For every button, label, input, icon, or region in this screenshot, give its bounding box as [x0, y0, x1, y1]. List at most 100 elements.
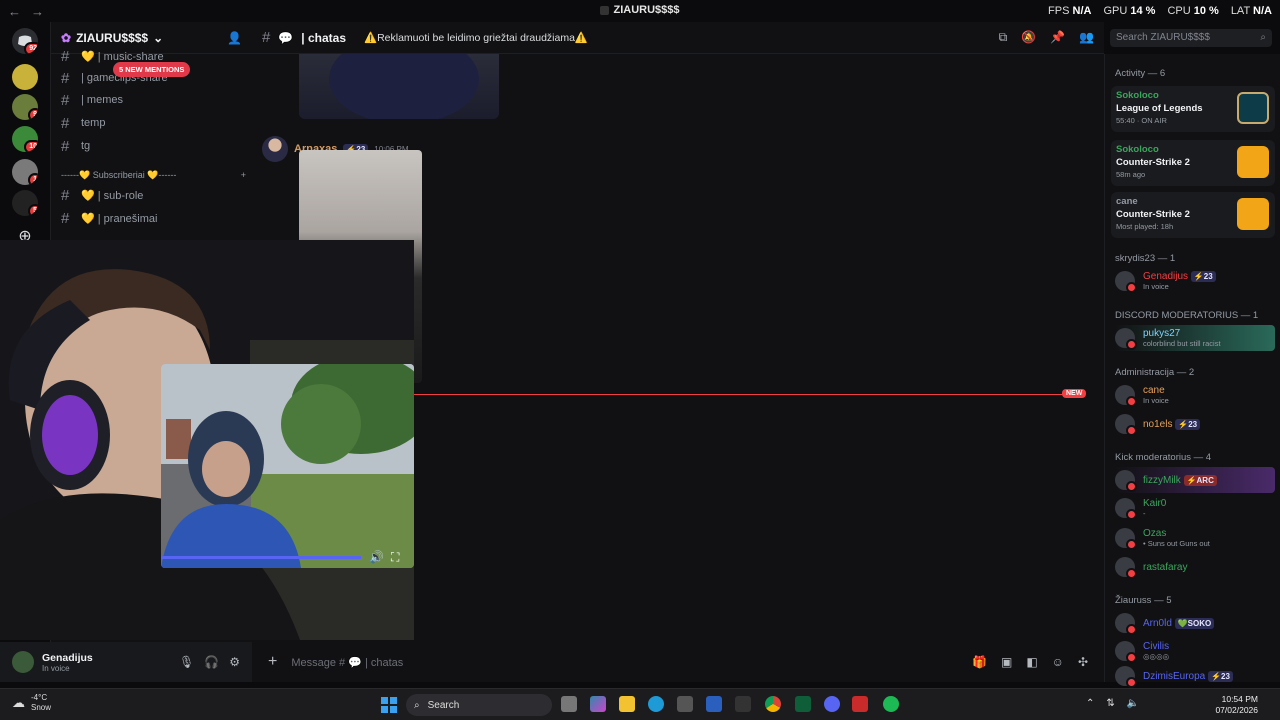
member-item[interactable]: pukys27 colorblind but still racist [1115, 325, 1275, 351]
channel-category[interactable]: ------💛 Subscriberiai 💛------ + [61, 170, 246, 181]
image-attachment[interactable] [299, 54, 499, 119]
apps-icon[interactable]: ✣ [1078, 655, 1088, 669]
members-icon[interactable]: 👥 [1079, 30, 1094, 45]
fullscreen-icon[interactable]: ⛶ [391, 550, 399, 565]
search-input[interactable]: Search ZIAURU$$$$ ⌕ [1110, 29, 1272, 47]
channel-temp[interactable]: # temp [61, 113, 105, 133]
channel-tg[interactable]: # tg [61, 136, 90, 156]
app-icon[interactable] [795, 696, 811, 712]
app-icon[interactable] [852, 696, 868, 712]
member-item[interactable]: DzimisEuropa ⚡23 [1115, 663, 1233, 689]
hash-icon: # [61, 47, 70, 65]
back-arrow-icon[interactable]: ← [8, 4, 21, 19]
channel-topic[interactable]: ⚠️Reklamuoti be leidimo griežtai draudži… [364, 31, 588, 44]
title-bar: ← → ZIAURU$$$$ FPS N/A GPU 14 % CPU 10 %… [0, 0, 1280, 22]
chat-header: # 💬 | chatas ⚠️Reklamuoti be leidimo gri… [252, 22, 1104, 54]
gift-icon[interactable]: 🎁 [972, 655, 987, 669]
member-item[interactable]: Genadijus ⚡23 In voice [1115, 268, 1216, 294]
mute-icon[interactable]: 🔕 [1021, 30, 1036, 45]
member-item[interactable]: Ozas • Suns out Guns out [1115, 525, 1210, 551]
plus-icon[interactable]: + [241, 170, 246, 181]
video-progress-bar[interactable] [161, 556, 361, 559]
pin-icon[interactable]: 📌 [1050, 30, 1065, 45]
avatar [1115, 666, 1137, 688]
chrome-icon[interactable] [765, 696, 781, 712]
member-item[interactable]: fizzyMilk ⚡ARC [1115, 467, 1275, 493]
league-of-legends-icon [1237, 92, 1269, 124]
activity-card[interactable]: Sokoloco Counter-Strike 2 58m ago [1111, 140, 1275, 186]
weather-widget[interactable]: ☁ -4°C Snow [12, 693, 51, 713]
headphones-icon[interactable]: 🎧 [204, 655, 219, 669]
speaker-icon[interactable]: 🔈 [1127, 698, 1139, 709]
microphone-icon[interactable]: 🎙 [179, 655, 194, 669]
network-icon[interactable]: ⇅ [1106, 698, 1114, 709]
gear-icon[interactable]: ⚙ [229, 655, 240, 669]
activity-card[interactable]: cane Counter-Strike 2 Most played: 18h [1111, 192, 1275, 238]
user-name: Genadijus [42, 651, 93, 664]
store-icon[interactable] [677, 696, 693, 712]
copilot-icon[interactable] [590, 696, 606, 712]
counter-strike-icon [1237, 198, 1269, 230]
app-icon[interactable] [735, 696, 751, 712]
message-input[interactable]: Message # 💬 | chatas [291, 656, 403, 669]
file-explorer-icon[interactable] [619, 696, 635, 712]
avatar [1115, 498, 1137, 520]
avatar[interactable] [12, 651, 34, 673]
avatar[interactable] [262, 136, 288, 162]
channel-memes[interactable]: # | memes [61, 90, 123, 110]
server-icon[interactable] [12, 64, 38, 90]
hash-icon: # [61, 209, 70, 227]
add-attachment-icon[interactable]: + [268, 653, 277, 671]
volume-icon[interactable]: 🔊 [369, 550, 384, 564]
role-group-title: skrydis23 — 1 [1115, 253, 1176, 264]
new-mentions-pill[interactable]: 5 NEW MENTIONS [113, 62, 191, 77]
chevron-up-icon[interactable]: ⌃ [1086, 698, 1094, 709]
member-item[interactable]: no1els ⚡23 [1115, 411, 1201, 437]
threads-icon[interactable]: ⧉ [999, 30, 1008, 45]
member-item[interactable]: Arn0ld 💚SOKO [1115, 610, 1215, 636]
taskbar-search[interactable]: ⌕ Search [406, 694, 552, 716]
avatar [1115, 271, 1137, 293]
role-group-title: Kick moderatorius — 4 [1115, 452, 1212, 463]
member-item[interactable]: Kair0- [1115, 495, 1166, 521]
user-panel: Genadijus In voice 🎙 🎧 ⚙ [0, 642, 252, 682]
guild-name: ZIAURU$$$$ [76, 30, 149, 45]
unread-badge: 1 [28, 173, 38, 185]
chevron-down-icon: ⌄ [153, 30, 164, 45]
activity-card[interactable]: Sokoloco League of Legends 55:40 · ON AI… [1111, 86, 1275, 132]
spotify-icon[interactable] [883, 696, 899, 712]
windows-start-icon[interactable] [381, 697, 397, 713]
member-item[interactable]: cane In voice [1115, 382, 1169, 408]
avatar [1115, 557, 1137, 579]
member-item[interactable]: Civilis ◎◎◎◎ [1115, 638, 1169, 664]
channel-pranesimai[interactable]: # 💛 | pranešimai [61, 208, 157, 228]
hash-icon: # [61, 91, 70, 109]
avatar [1115, 470, 1137, 492]
mail-icon[interactable] [706, 696, 722, 712]
video-embed[interactable]: 🔊 ⛶ [161, 364, 414, 568]
new-messages-badge: NEW [1062, 389, 1087, 398]
invite-user-icon[interactable]: 👤 [227, 31, 242, 45]
channel-title: | chatas [301, 30, 347, 45]
channel-sub-role[interactable]: # 💛 | sub-role [61, 185, 143, 205]
member-item[interactable]: rastafaray [1115, 554, 1187, 580]
direct-messages-icon[interactable]: 92 [12, 28, 38, 54]
hash-icon: # [262, 29, 271, 46]
sticker-icon[interactable]: ◧ [1026, 655, 1037, 669]
gif-icon[interactable]: ▣ [1001, 655, 1012, 669]
clock[interactable]: 10:54 PM 07/02/2026 [1215, 694, 1258, 716]
speech-bubble-icon: 💬 [278, 30, 294, 45]
edge-icon[interactable] [648, 696, 664, 712]
server-icon[interactable]: 9 [12, 94, 38, 120]
role-group-title: Žiauruss — 5 [1115, 595, 1172, 606]
role-group-title: Administracija — 2 [1115, 367, 1195, 378]
task-view-icon[interactable] [561, 696, 577, 712]
server-icon[interactable]: 10 [12, 126, 38, 152]
server-icon[interactable]: 1 [12, 159, 38, 185]
search-icon: ⌕ [414, 699, 420, 711]
discord-icon[interactable] [824, 696, 840, 712]
emoji-icon[interactable]: ☺ [1052, 655, 1064, 669]
counter-strike-icon [1237, 146, 1269, 178]
forward-arrow-icon[interactable]: → [31, 4, 44, 19]
server-icon-active[interactable]: 5 [12, 190, 38, 216]
